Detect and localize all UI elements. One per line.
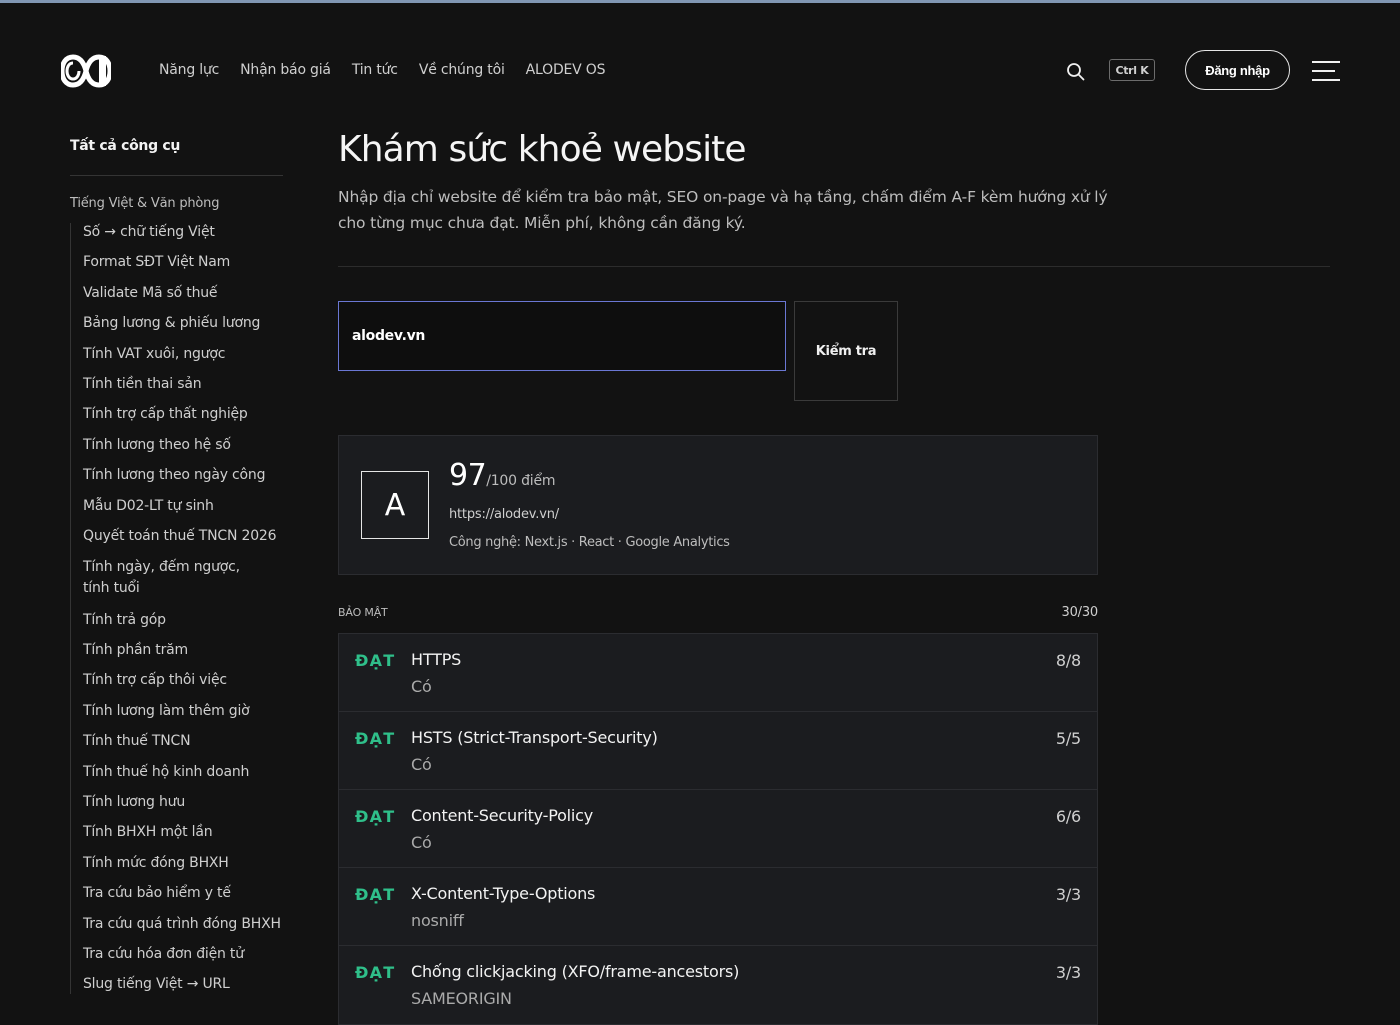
section-score: 30/30 (1061, 605, 1099, 620)
site-header: Năng lực Nhận báo giá Tin tức Về chúng t… (0, 3, 1400, 99)
main-nav: Năng lực Nhận báo giá Tin tức Về chúng t… (159, 62, 626, 78)
check-value: SAMEORIGIN (411, 989, 512, 1008)
sidebar-item-severance[interactable]: Tính trợ cấp thôi việc (83, 671, 285, 690)
score-value: 97 (449, 458, 487, 493)
content-divider (338, 266, 1330, 267)
check-value: Có (411, 833, 432, 852)
grade-badge: A (361, 471, 429, 539)
score-suffix: /100 điểm (486, 473, 556, 489)
search-shortcut-badge: Ctrl K (1109, 59, 1155, 81)
nav-link-alodev-os[interactable]: ALODEV OS (526, 62, 606, 78)
check-points: 8/8 (1055, 651, 1081, 670)
tools-sidebar: Tất cả công cụ Tiếng Việt & Văn phòng Số… (70, 137, 285, 1000)
sidebar-item-overtime[interactable]: Tính lương làm thêm giờ (83, 702, 285, 721)
sidebar-all-tools-link[interactable]: Tất cả công cụ (70, 137, 285, 175)
check-name: HSTS (Strict-Transport-Security) (411, 728, 658, 747)
status-badge: ĐẠT (355, 963, 396, 982)
check-value: Có (411, 677, 432, 696)
check-form: Kiểm tra (338, 301, 1330, 401)
sidebar-item-d02-form[interactable]: Mẫu D02-LT tự sinh (83, 497, 285, 516)
nav-link-news[interactable]: Tin tức (352, 62, 398, 78)
sidebar-item-maternity[interactable]: Tính tiền thai sản (83, 375, 285, 394)
hamburger-menu-icon[interactable] (1311, 60, 1341, 82)
sidebar-item-date-calc[interactable]: Tính ngày, đếm ngược, tính tuổi (83, 557, 253, 599)
security-section-header: BẢO MẬT 30/30 (338, 605, 1098, 620)
page-title: Khám sức khoẻ website (338, 129, 747, 170)
check-row-https: ĐẠT HTTPS Có 8/8 (339, 634, 1097, 712)
check-points: 3/3 (1055, 885, 1081, 904)
sidebar-item-payroll[interactable]: Bảng lương & phiếu lương (83, 314, 285, 333)
check-row-hsts: ĐẠT HSTS (Strict-Transport-Security) Có … (339, 712, 1097, 790)
alodev-logo-icon[interactable] (61, 54, 111, 88)
status-badge: ĐẠT (355, 651, 396, 670)
sidebar-group-title[interactable]: Tiếng Việt & Văn phòng (70, 196, 285, 211)
sidebar-item-installment[interactable]: Tính trả góp (83, 611, 285, 630)
sidebar-item-social-insurance-lump[interactable]: Tính BHXH một lần (83, 823, 285, 842)
sidebar-item-household-tax[interactable]: Tính thuế hộ kinh doanh (83, 763, 285, 782)
sidebar-item-e-invoice-lookup[interactable]: Tra cứu hóa đơn điện tử (83, 945, 285, 964)
page-description: Nhập địa chỉ website để kiểm tra bảo mật… (338, 188, 1108, 232)
status-badge: ĐẠT (355, 807, 396, 826)
sidebar-item-tax-code-validate[interactable]: Validate Mã số thuế (83, 284, 285, 303)
status-badge: ĐẠT (355, 729, 396, 748)
sidebar-item-pit-settlement[interactable]: Quyết toán thuế TNCN 2026 (83, 527, 285, 546)
check-name: X-Content-Type-Options (411, 884, 596, 903)
checked-url: https://alodev.vn/ (449, 507, 559, 522)
sidebar-divider (70, 175, 283, 176)
sidebar-item-slug[interactable]: Slug tiếng Việt → URL (83, 975, 285, 994)
score-summary-card: A 97/100 điểm https://alodev.vn/ Công ng… (338, 435, 1098, 575)
nav-link-capabilities[interactable]: Năng lực (159, 62, 219, 78)
check-points: 6/6 (1055, 807, 1081, 826)
login-button[interactable]: Đăng nhập (1185, 50, 1290, 90)
nav-link-about[interactable]: Về chúng tôi (419, 62, 505, 78)
section-label: BẢO MẬT (338, 606, 388, 619)
check-row-clickjacking: ĐẠT Chống clickjacking (XFO/frame-ancest… (339, 946, 1097, 1024)
check-row-x-content-type: ĐẠT X-Content-Type-Options nosniff 3/3 (339, 868, 1097, 946)
sidebar-item-pension[interactable]: Tính lương hưu (83, 793, 285, 812)
check-button[interactable]: Kiểm tra (794, 301, 898, 401)
check-points: 5/5 (1055, 729, 1081, 748)
check-row-csp: ĐẠT Content-Security-Policy Có 6/6 (339, 790, 1097, 868)
sidebar-item-social-insurance-history[interactable]: Tra cứu quá trình đóng BHXH (83, 915, 285, 934)
nav-link-get-quote[interactable]: Nhận báo giá (240, 62, 331, 78)
score-line: 97/100 điểm (449, 458, 556, 493)
check-value: nosniff (411, 911, 464, 930)
detected-technologies: Công nghệ: Next.js · React · Google Anal… (449, 535, 730, 550)
security-check-list: ĐẠT HTTPS Có 8/8 ĐẠT HSTS (Strict-Transp… (338, 633, 1098, 1025)
sidebar-item-unemployment[interactable]: Tính trợ cấp thất nghiệp (83, 405, 285, 424)
sidebar-item-social-insurance-rate[interactable]: Tính mức đóng BHXH (83, 854, 285, 873)
sidebar-item-health-insurance-lookup[interactable]: Tra cứu bảo hiểm y tế (83, 884, 285, 903)
main-content: Khám sức khoẻ website Nhập địa chỉ websi… (338, 126, 1330, 1025)
sidebar-item-number-to-words[interactable]: Số → chữ tiếng Việt (83, 223, 285, 242)
check-name: Chống clickjacking (XFO/frame-ancestors) (411, 962, 740, 981)
check-points: 3/3 (1055, 963, 1081, 982)
check-name: Content-Security-Policy (411, 806, 594, 825)
sidebar-item-pit[interactable]: Tính thuế TNCN (83, 732, 285, 751)
sidebar-item-salary-workdays[interactable]: Tính lương theo ngày công (83, 466, 285, 485)
search-icon[interactable] (1066, 62, 1085, 81)
sidebar-item-phone-format[interactable]: Format SĐT Việt Nam (83, 253, 285, 272)
sidebar-item-vat[interactable]: Tính VAT xuôi, ngược (83, 345, 285, 364)
sidebar-item-salary-coefficient[interactable]: Tính lương theo hệ số (83, 436, 285, 455)
check-value: Có (411, 755, 432, 774)
status-badge: ĐẠT (355, 885, 396, 904)
sidebar-tool-list: Số → chữ tiếng Việt Format SĐT Việt Nam … (70, 223, 285, 995)
sidebar-item-percentage[interactable]: Tính phần trăm (83, 641, 285, 660)
check-name: HTTPS (411, 650, 462, 669)
website-url-input[interactable] (338, 301, 786, 371)
